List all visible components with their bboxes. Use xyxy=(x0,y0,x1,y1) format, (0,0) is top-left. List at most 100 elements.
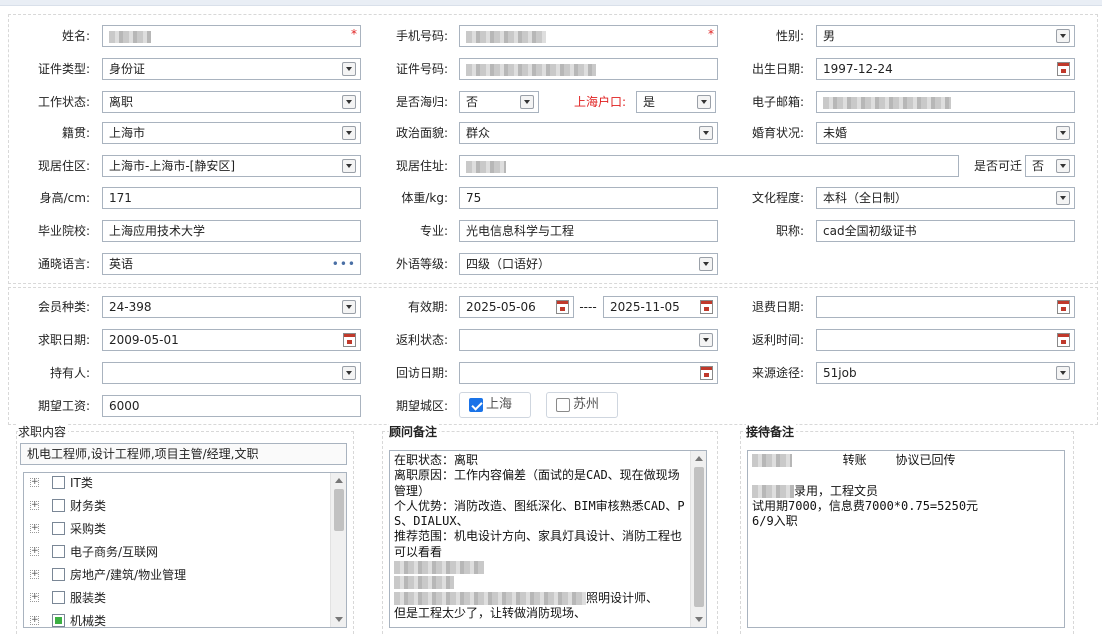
birth-date-value: 1997-12-24 xyxy=(823,62,893,76)
weight-label: 体重/kg: xyxy=(401,191,448,205)
chevron-down-icon[interactable] xyxy=(1056,126,1070,140)
checkbox-partial-icon[interactable] xyxy=(52,614,65,627)
advisor-note-line: 在职状态：离职 xyxy=(394,453,479,467)
chevron-down-icon[interactable] xyxy=(342,300,356,314)
job-content-selected[interactable]: 机电工程师,设计工程师,项目主管/经理,文职 xyxy=(20,443,347,465)
scroll-up-icon[interactable] xyxy=(335,478,343,483)
checkbox[interactable] xyxy=(52,476,65,489)
major-input[interactable]: 光电信息科学与工程 xyxy=(459,220,718,242)
chevron-down-icon[interactable] xyxy=(342,95,356,109)
chevron-down-icon[interactable] xyxy=(1056,159,1070,173)
hukou-select[interactable]: 是 xyxy=(636,91,716,113)
job-seek-date-input[interactable]: 2009-05-01 xyxy=(102,329,361,351)
calendar-icon[interactable] xyxy=(1057,62,1070,76)
reception-notes-textarea[interactable]: 转账 协议已回传 录用，工程文员 试用期7000，信息费7000*0.75=52… xyxy=(747,450,1065,628)
source-select[interactable]: 51job xyxy=(816,362,1075,384)
name-input[interactable]: * xyxy=(102,25,361,47)
member-type-select[interactable]: 24-398 xyxy=(102,296,361,318)
checkbox-checked-icon xyxy=(469,398,483,412)
relocatable-select[interactable]: 否 xyxy=(1025,155,1075,177)
city-suzhou-checkbox[interactable]: 苏州 xyxy=(546,392,618,418)
height-input[interactable]: 171 xyxy=(102,187,361,209)
expand-icon[interactable]: + xyxy=(30,501,39,510)
calendar-icon[interactable] xyxy=(1057,333,1070,347)
scroll-down-icon[interactable] xyxy=(695,617,703,622)
refund-date-input[interactable] xyxy=(816,296,1075,318)
weight-input[interactable]: 75 xyxy=(459,187,718,209)
reception-note-line: 试用期7000，信息费7000*0.75=5250元 xyxy=(752,498,979,513)
chevron-down-icon[interactable] xyxy=(1056,29,1070,43)
chevron-down-icon[interactable] xyxy=(342,366,356,380)
checkbox[interactable] xyxy=(52,499,65,512)
calendar-icon[interactable] xyxy=(700,300,713,314)
native-place-select[interactable]: 上海市 xyxy=(102,122,361,144)
relocatable-label: 是否可迁 xyxy=(973,159,1022,173)
city-shanghai-checkbox[interactable]: 上海 xyxy=(459,392,531,418)
checkbox[interactable] xyxy=(52,568,65,581)
chevron-down-icon[interactable] xyxy=(520,95,534,109)
chevron-down-icon[interactable] xyxy=(342,159,356,173)
expand-icon[interactable]: + xyxy=(30,570,39,579)
job-content-title: 求职内容 xyxy=(18,423,69,440)
checkbox[interactable] xyxy=(52,545,65,558)
overseas-value: 否 xyxy=(466,95,479,109)
chevron-down-icon[interactable] xyxy=(699,126,713,140)
visit-date-input[interactable] xyxy=(459,362,718,384)
title-input[interactable]: cad全国初级证书 xyxy=(816,220,1075,242)
holder-select[interactable] xyxy=(102,362,361,384)
advisor-notes-scrollbar[interactable] xyxy=(690,451,706,627)
chevron-down-icon[interactable] xyxy=(342,62,356,76)
chevron-down-icon[interactable] xyxy=(1056,366,1070,380)
calendar-icon[interactable] xyxy=(700,366,713,380)
expand-icon[interactable]: + xyxy=(30,547,39,556)
chevron-down-icon[interactable] xyxy=(342,126,356,140)
scroll-thumb[interactable] xyxy=(694,467,704,607)
rebate-time-input[interactable] xyxy=(816,329,1075,351)
calendar-icon[interactable] xyxy=(556,300,569,314)
email-input[interactable] xyxy=(816,91,1075,113)
tree-item-label: 机械类 xyxy=(70,614,107,628)
tree-scrollbar[interactable] xyxy=(330,473,346,627)
valid-start-input[interactable]: 2025-05-06 xyxy=(459,296,574,318)
scroll-thumb[interactable] xyxy=(334,489,344,531)
education-select[interactable]: 本科（全日制） xyxy=(816,187,1075,209)
chevron-down-icon[interactable] xyxy=(699,333,713,347)
current-address-input[interactable] xyxy=(459,155,959,177)
id-type-select[interactable]: 身份证 xyxy=(102,58,361,80)
marital-select[interactable]: 未婚 xyxy=(816,122,1075,144)
more-options-icon[interactable]: ••• xyxy=(332,254,356,274)
native-place-value: 上海市 xyxy=(109,126,146,140)
checkbox-unchecked-icon xyxy=(556,398,570,412)
school-input[interactable]: 上海应用技术大学 xyxy=(102,220,361,242)
expected-salary-input[interactable]: 6000 xyxy=(102,395,361,417)
scroll-up-icon[interactable] xyxy=(695,456,703,461)
work-status-select[interactable]: 离职 xyxy=(102,91,361,113)
expected-salary-label: 期望工资: xyxy=(37,399,90,413)
id-number-input[interactable] xyxy=(459,58,718,80)
rebate-status-select[interactable] xyxy=(459,329,718,351)
overseas-select[interactable]: 否 xyxy=(459,91,539,113)
political-select[interactable]: 群众 xyxy=(459,122,718,144)
checkbox[interactable] xyxy=(52,522,65,535)
foreign-level-select[interactable]: 四级（口语好） xyxy=(459,253,718,275)
calendar-icon[interactable] xyxy=(343,333,356,347)
expand-icon[interactable]: + xyxy=(30,524,39,533)
gender-select[interactable]: 男 xyxy=(816,25,1075,47)
languages-input[interactable]: 英语 ••• xyxy=(102,253,361,275)
birth-date-input[interactable]: 1997-12-24 xyxy=(816,58,1075,80)
valid-period-separator: ---- xyxy=(579,300,597,314)
expand-icon[interactable]: + xyxy=(30,616,39,625)
scroll-down-icon[interactable] xyxy=(335,617,343,622)
calendar-icon[interactable] xyxy=(1057,300,1070,314)
checkbox[interactable] xyxy=(52,591,65,604)
chevron-down-icon[interactable] xyxy=(1056,191,1070,205)
current-area-label: 现居住区: xyxy=(37,159,90,173)
chevron-down-icon[interactable] xyxy=(697,95,711,109)
phone-input[interactable]: * xyxy=(459,25,718,47)
valid-end-input[interactable]: 2025-11-05 xyxy=(603,296,718,318)
expand-icon[interactable]: + xyxy=(30,593,39,602)
chevron-down-icon[interactable] xyxy=(699,257,713,271)
expand-icon[interactable]: + xyxy=(30,478,39,487)
advisor-notes-textarea[interactable]: 在职状态：离职 离职原因：工作内容偏差（面试的是CAD、现在做现场管理） 个人优… xyxy=(389,450,707,628)
current-area-select[interactable]: 上海市-上海市-[静安区] xyxy=(102,155,361,177)
